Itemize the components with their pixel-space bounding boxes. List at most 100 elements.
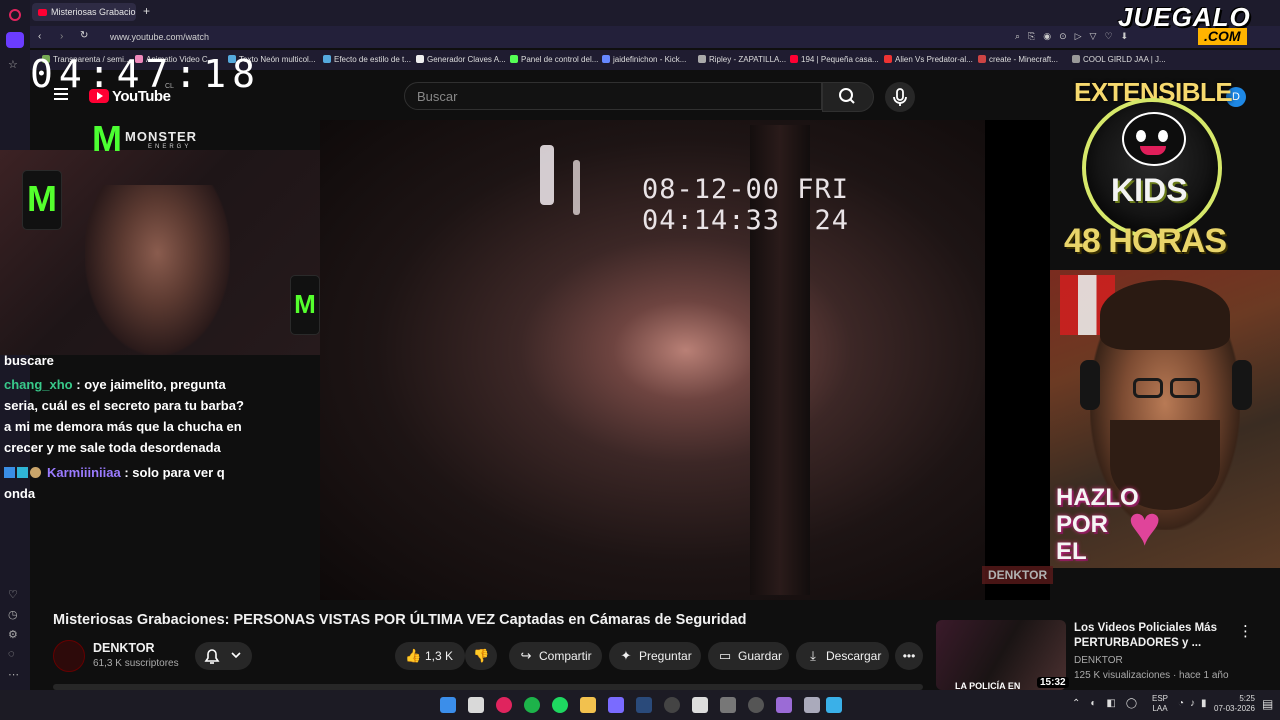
monster-sub: ENERGY <box>148 144 192 150</box>
task-view-icon[interactable] <box>468 697 484 713</box>
bookmark[interactable]: Panel de control del... <box>510 55 598 64</box>
chat-line: Karmiiiniiaa : solo para ver q <box>4 462 225 483</box>
heart-icon[interactable]: ♡ <box>8 588 18 601</box>
star-icon[interactable]: ☆ <box>8 58 18 71</box>
channel-name[interactable]: DENKTOR <box>93 641 155 655</box>
discord-icon[interactable] <box>608 697 624 713</box>
chat-username: chang_xho <box>4 377 73 392</box>
monster-logo: M MONSTER <box>92 118 197 159</box>
forward-icon[interactable]: › <box>60 31 63 42</box>
file-explorer-icon[interactable] <box>580 697 596 713</box>
voice-search-button[interactable] <box>885 82 915 112</box>
related-video-title[interactable]: Los Videos Policiales Más PERTURBADORES … <box>1074 621 1234 651</box>
related-channel: DENKTOR <box>1074 655 1123 666</box>
url-field[interactable]: www.youtube.com/watch <box>110 30 990 45</box>
glasses-icon <box>1170 378 1200 398</box>
monster-claw-icon: M <box>92 118 123 159</box>
video-timestamp-date: 08-12-00 FRI <box>642 174 850 205</box>
related-more-icon[interactable]: ⋮ <box>1238 622 1253 640</box>
history-icon[interactable]: ◷ <box>8 608 18 621</box>
headphones-icon <box>1080 360 1100 410</box>
like-button[interactable]: 👍 1,3 K <box>395 642 465 670</box>
monster-can-icon: M <box>22 170 62 230</box>
xbox-icon[interactable] <box>524 697 540 713</box>
thumbs-up-icon: 👍 <box>405 648 422 663</box>
share-button[interactable]: ↪ Compartir <box>509 642 602 670</box>
browser-tab-bar <box>0 0 1280 26</box>
dislike-button[interactable]: 👎 <box>465 642 497 670</box>
bookmark[interactable]: Alien Vs Predator-al... <box>884 55 973 64</box>
back-icon[interactable]: ‹ <box>38 31 41 42</box>
channel-avatar[interactable] <box>53 640 85 672</box>
youtube-favicon-icon <box>38 9 47 17</box>
bookmark[interactable]: 194 | Pequeña casa... <box>790 55 879 64</box>
app-icon[interactable] <box>692 697 708 713</box>
juegalo-com-logo: .COM <box>1198 28 1247 45</box>
streamer-webcam-image <box>85 185 230 355</box>
kids-label: KIDS <box>1111 172 1188 208</box>
chat-line: chang_xho : oye jaimelito, pregunta <box>4 377 226 392</box>
download-icon: ⤓ <box>810 648 816 663</box>
mascot-icon <box>1122 112 1186 166</box>
bookmark-icon: ▭ <box>718 648 732 663</box>
bookmark[interactable]: jaidefinichon - Kick... <box>602 55 686 64</box>
reload-icon[interactable]: ↻ <box>80 30 88 41</box>
opera-taskbar-icon[interactable] <box>496 697 512 713</box>
headphones-icon <box>1232 360 1252 410</box>
hazlo-por-el-text: HAZLO POR EL <box>1056 484 1139 565</box>
ask-button[interactable]: ✦ Preguntar <box>609 642 701 670</box>
bookmark[interactable]: Efecto de estilo de t... <box>323 55 411 64</box>
more-icon[interactable]: ⋯ <box>8 668 19 681</box>
stream-clock: 04:47:18 <box>30 52 262 96</box>
language-indicator[interactable]: ESP LAA <box>1152 694 1168 714</box>
related-duration: 15:32 <box>1037 677 1069 688</box>
home-icon[interactable] <box>6 32 24 48</box>
bell-icon <box>204 649 241 664</box>
clock-date[interactable]: 5:25 07-03-2026 <box>1214 694 1255 714</box>
bulb-icon[interactable]: ◌ <box>8 648 15 660</box>
notifications-button[interactable] <box>195 642 252 670</box>
spotify-icon[interactable] <box>552 697 568 713</box>
more-horizontal-icon: ••• <box>902 649 916 663</box>
bookmark[interactable]: Generador Claves A... <box>416 55 506 64</box>
windows-start-icon[interactable] <box>440 697 456 713</box>
search-icon <box>839 88 855 104</box>
system-tray-icons[interactable]: ⌃◐◧◯ <box>1072 698 1147 709</box>
opera-logo-icon[interactable] <box>9 9 21 21</box>
monster-can-icon: M <box>290 275 320 335</box>
bookmark[interactable]: Ripley - ZAPATILLA... <box>698 55 786 64</box>
denktor-watermark: DENKTOR <box>982 566 1054 584</box>
settings-icon[interactable]: ⚙ <box>8 628 18 641</box>
avatar-hair <box>1100 280 1230 350</box>
badge-icon <box>30 467 41 478</box>
minecraft-icon[interactable] <box>720 697 736 713</box>
thumbs-down-icon: 👎 <box>473 648 490 663</box>
obs-icon[interactable] <box>664 697 680 713</box>
bookmark[interactable]: create - Minecraft... <box>978 55 1058 64</box>
video-letterbox <box>985 120 1050 600</box>
video-frame-light <box>573 160 580 215</box>
download-button[interactable]: ⤓ Descargar <box>796 642 889 670</box>
app-icon[interactable] <box>776 697 792 713</box>
photos-icon[interactable] <box>826 697 842 713</box>
new-tab-button[interactable]: + <box>143 5 150 17</box>
video-frame-light <box>540 145 554 205</box>
video-title: Misteriosas Grabaciones: PERSONAS VISTAS… <box>53 612 747 628</box>
more-actions-button[interactable]: ••• <box>895 642 923 670</box>
tab-youtube[interactable]: Misteriosas Grabacio <box>32 3 136 21</box>
steam-icon[interactable] <box>636 697 652 713</box>
search-input[interactable]: Buscar <box>404 82 822 110</box>
bookmark[interactable]: COOL GIRLD JAA | J... <box>1072 55 1166 64</box>
network-volume-icons[interactable]: ◔♪▮ <box>1178 698 1213 709</box>
glasses-icon <box>1133 378 1163 398</box>
save-button[interactable]: ▭ Guardar <box>708 642 789 670</box>
search-button[interactable] <box>822 82 874 112</box>
hours-label: 48 HORAS <box>1064 222 1227 260</box>
badge-icon <box>4 467 15 478</box>
notifications-icon[interactable]: ▤ <box>1262 697 1273 711</box>
chat-line: onda <box>4 486 36 501</box>
chat-line: a mi me demora más que la chucha en <box>4 419 242 434</box>
subscriber-count: 61,3 K suscriptores <box>93 658 179 669</box>
notepad-icon[interactable] <box>804 697 820 713</box>
chrome-icon[interactable] <box>748 697 764 713</box>
